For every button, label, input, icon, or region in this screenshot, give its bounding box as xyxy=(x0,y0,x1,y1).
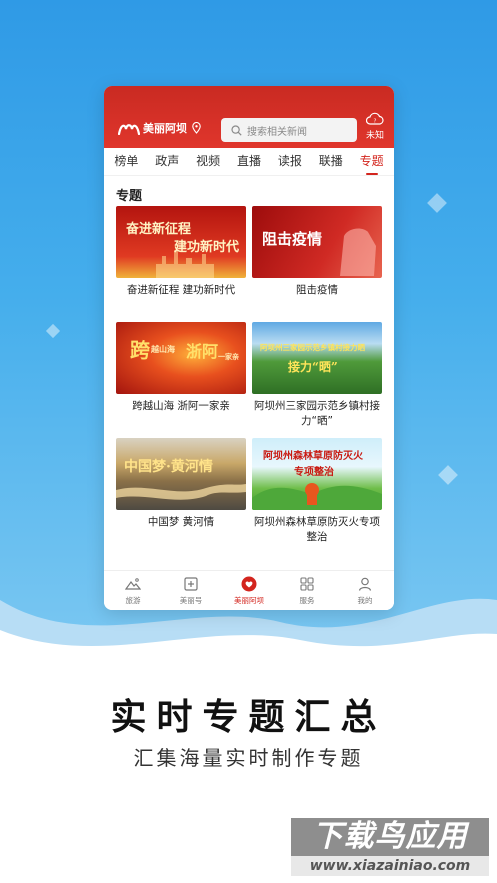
nav-label: 我的 xyxy=(357,595,373,605)
phone-screen: 美丽阿坝 搜索相关新闻 ? 未知 榜单 政声 视频 直播 读报 联播 专题 专题… xyxy=(104,86,394,610)
tab-broadcast[interactable]: 联播 xyxy=(310,148,351,176)
nav-profile[interactable]: 我的 xyxy=(336,571,394,610)
nav-meili-hao[interactable]: 美丽号 xyxy=(162,571,220,610)
search-placeholder: 搜索相关新闻 xyxy=(247,126,307,138)
topic-caption: 阿坝州森林草原防灭火专项整治 xyxy=(254,516,380,543)
nav-label: 服务 xyxy=(299,595,315,605)
topic-card[interactable]: 奋进新征程 建功新时代 奋进新征程 建功新时代 xyxy=(116,206,246,322)
nav-home[interactable]: 美丽阿坝 xyxy=(220,571,278,610)
search-icon xyxy=(231,124,242,136)
topic-card[interactable]: 中国梦·黄河情 中国梦 黄河情 xyxy=(116,438,246,550)
topic-caption: 阿坝州三家园示范乡镇村接力“晒” xyxy=(254,400,380,427)
thumb-subtitle: 接力“晒” xyxy=(288,360,338,374)
thumb-title: 阿坝州森林草原防灭火 xyxy=(263,451,363,462)
brand-logo-icon xyxy=(118,124,140,135)
river-banner: 中国梦·黄河情 xyxy=(116,438,246,510)
thumb-subtitle: 专项整治 xyxy=(294,467,334,478)
tab-zhengsheng[interactable]: 政声 xyxy=(147,148,188,176)
grid-icon xyxy=(300,576,314,591)
thumb-title: 越山海 xyxy=(151,344,175,354)
nav-service[interactable]: 服务 xyxy=(278,571,336,610)
app-logo[interactable]: 美丽阿坝 xyxy=(118,120,201,136)
search-input[interactable]: 搜索相关新闻 xyxy=(221,118,357,142)
section-title: 专题 xyxy=(116,189,143,204)
topic-grid: 奋进新征程 建功新时代 奋进新征程 建功新时代 阻击疫情 阻击疫情 跨 越山海 … xyxy=(104,206,394,550)
category-tabs: 榜单 政声 视频 直播 读报 联播 专题 xyxy=(104,148,394,176)
topic-caption: 阻击疫情 xyxy=(296,284,338,296)
nav-label: 旅游 xyxy=(125,595,141,605)
user-icon xyxy=(358,577,372,591)
green-valley-banner: 阿坝州三家园示范乡镇村接力晒 接力“晒” xyxy=(252,322,382,394)
watermark-title: 下载鸟应用 xyxy=(291,818,489,856)
nav-label: 美丽阿坝 xyxy=(234,595,264,605)
topic-card[interactable]: 阿坝州森林草原防灭火 专项整治 阿坝州森林草原防灭火专项整治 xyxy=(252,438,382,550)
thumb-title: 奋进新征程 xyxy=(126,222,192,237)
topic-caption: 奋进新征程 建功新时代 xyxy=(126,284,236,296)
decor-diamond xyxy=(45,323,61,339)
topic-caption: 中国梦 黄河情 xyxy=(147,516,215,528)
watermark-url: www.xiazainiao.com xyxy=(291,856,489,876)
tab-video[interactable]: 视频 xyxy=(188,148,229,176)
thumb-title: 浙阿 xyxy=(186,342,219,361)
tab-live[interactable]: 直播 xyxy=(229,148,270,176)
topic-card[interactable]: 阻击疫情 阻击疫情 xyxy=(252,206,382,322)
topic-card[interactable]: 阿坝州三家园示范乡镇村接力晒 接力“晒” 阿坝州三家园示范乡镇村接力“晒” xyxy=(252,322,382,438)
thumb-title: 跨 xyxy=(130,338,150,362)
topic-caption: 跨越山海 浙阿一家亲 xyxy=(132,400,230,412)
bottom-navigation: 旅游 美丽号 美丽阿坝 服务 我的 xyxy=(104,570,394,610)
thumb-title: 阿坝州三家园示范乡镇村接力晒 xyxy=(260,343,365,352)
promo-headline: 实时专题汇总 xyxy=(110,696,387,738)
nav-label: 美丽号 xyxy=(179,595,203,605)
heart-icon xyxy=(241,576,257,591)
app-header: 美丽阿坝 搜索相关新闻 ? 未知 xyxy=(104,86,394,148)
thumb-subtitle: 一家亲 xyxy=(218,352,239,361)
sunset-banner: 跨 越山海 浙阿 一家亲 xyxy=(116,322,246,394)
firefighter-banner: 阿坝州森林草原防灭火 专项整治 xyxy=(252,438,382,510)
nav-travel[interactable]: 旅游 xyxy=(104,571,162,610)
svg-text:?: ? xyxy=(374,119,377,125)
watermark: 下载鸟应用 www.xiazainiao.com xyxy=(287,818,489,878)
thumb-title: 中国梦·黄河情 xyxy=(124,459,213,475)
plus-square-icon xyxy=(184,576,198,591)
decor-diamond xyxy=(438,465,458,485)
thumb-subtitle: 建功新时代 xyxy=(174,240,240,255)
decor-diamond xyxy=(427,193,447,213)
thumb-title: 阻击疫情 xyxy=(262,230,323,248)
weather-status: 未知 xyxy=(365,131,384,141)
location-icon xyxy=(192,122,201,134)
red-fist-banner: 阻击疫情 xyxy=(252,206,382,278)
promo-subline: 汇集海量实时制作专题 xyxy=(133,746,364,770)
app-name: 美丽阿坝 xyxy=(143,122,187,135)
tab-topics[interactable]: 专题 xyxy=(351,148,392,176)
tab-newspaper[interactable]: 读报 xyxy=(269,148,310,176)
topic-card[interactable]: 跨 越山海 浙阿 一家亲 跨越山海 浙阿一家亲 xyxy=(116,322,246,438)
tab-bangdan[interactable]: 榜单 xyxy=(106,148,147,176)
weather-widget[interactable]: ? 未知 xyxy=(364,112,386,141)
red-skyline-banner: 奋进新征程 建功新时代 xyxy=(116,206,246,278)
cloud-icon: ? xyxy=(366,112,384,125)
mountain-icon xyxy=(125,577,141,590)
